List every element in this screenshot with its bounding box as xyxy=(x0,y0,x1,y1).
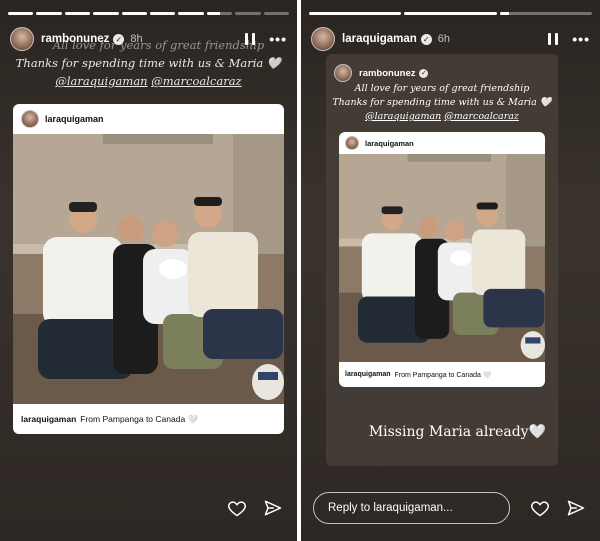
mention-link[interactable]: @marcoalcaraz xyxy=(151,74,241,88)
story-time: 6h xyxy=(437,33,451,45)
progress-segment xyxy=(309,12,402,15)
progress-segment xyxy=(499,12,592,15)
verified-badge-icon: ✓ xyxy=(420,33,432,45)
shared-post-card[interactable]: laraquigaman laraquigaman From Pampanga … xyxy=(339,132,545,387)
caption-username[interactable]: laraquigaman xyxy=(21,414,76,424)
reshared-caption: All love for years of great friendship T… xyxy=(326,82,558,124)
post-header: laraquigaman xyxy=(339,132,545,154)
shared-post-card[interactable]: laraquigaman laraquigaman From Pampanga … xyxy=(13,104,284,434)
avatar[interactable] xyxy=(311,27,335,51)
progress-segment xyxy=(93,12,119,15)
post-caption: laraquigaman From Pampanga to Canada 🤍 xyxy=(13,404,284,434)
post-username[interactable]: laraquigaman xyxy=(45,114,104,124)
mention-link[interactable]: @marcoalcaraz xyxy=(444,111,519,122)
progress-segment xyxy=(121,12,148,15)
story-left[interactable]: rambonunez ✓ 8h ••• All love for years o… xyxy=(0,0,297,541)
mention-link[interactable]: @laraquigaman xyxy=(365,111,441,122)
story-caption: All love for years of great friendship T… xyxy=(0,36,297,90)
send-icon[interactable] xyxy=(566,498,586,518)
caption-username[interactable]: laraquigaman xyxy=(345,371,391,378)
story-footer xyxy=(12,493,283,523)
more-options-icon[interactable]: ••• xyxy=(572,32,590,46)
caption-line: All love for years of great friendship xyxy=(52,38,265,52)
caption-line: Thanks for spending time with us & Maria… xyxy=(15,56,282,70)
story-progress-bar xyxy=(309,12,592,15)
avatar xyxy=(345,136,359,150)
story-header: laraquigaman ✓ 6h ••• xyxy=(311,26,590,52)
progress-segment xyxy=(36,12,62,15)
pause-icon[interactable] xyxy=(548,33,559,45)
story-progress-bar xyxy=(8,12,290,15)
post-photo xyxy=(339,154,545,362)
progress-segment xyxy=(64,12,91,15)
caption-text: From Pampanga to Canada 🤍 xyxy=(394,371,492,379)
post-photo xyxy=(13,134,284,404)
avatar xyxy=(21,110,39,128)
reshared-story[interactable]: rambonunez ✓ All love for years of great… xyxy=(326,54,558,466)
story-right[interactable]: laraquigaman ✓ 6h ••• rambonunez ✓ All l… xyxy=(301,0,600,541)
caption-line: All love for years of great friendship xyxy=(354,83,530,94)
group-photo-image xyxy=(339,154,545,362)
group-photo-image xyxy=(13,134,284,404)
progress-segment xyxy=(178,12,204,15)
progress-segment xyxy=(263,12,290,15)
caption-text: From Pampanga to Canada 🤍 xyxy=(80,413,199,424)
story-username[interactable]: laraquigaman xyxy=(342,33,417,45)
progress-segment xyxy=(8,12,34,15)
overlay-text: Missing Maria already🤍 xyxy=(368,424,546,440)
reshared-username[interactable]: rambonunez xyxy=(359,68,415,79)
progress-segment xyxy=(404,12,497,15)
send-icon[interactable] xyxy=(263,498,283,518)
mention-link[interactable]: @laraquigaman xyxy=(55,74,147,88)
verified-badge-icon: ✓ xyxy=(419,68,429,78)
post-caption: laraquigaman From Pampanga to Canada 🤍 xyxy=(339,362,545,387)
progress-segment xyxy=(206,12,233,15)
caption-line: Thanks for spending time with us & Maria… xyxy=(332,97,552,108)
heart-icon[interactable] xyxy=(530,498,550,518)
story-footer: Reply to laraquigaman... xyxy=(313,492,586,524)
reply-input[interactable]: Reply to laraquigaman... xyxy=(313,492,510,524)
post-header: laraquigaman xyxy=(13,104,284,134)
progress-segment xyxy=(235,12,261,15)
post-username[interactable]: laraquigaman xyxy=(365,139,414,148)
progress-segment xyxy=(150,12,176,15)
heart-icon[interactable] xyxy=(227,498,247,518)
avatar xyxy=(334,64,352,82)
